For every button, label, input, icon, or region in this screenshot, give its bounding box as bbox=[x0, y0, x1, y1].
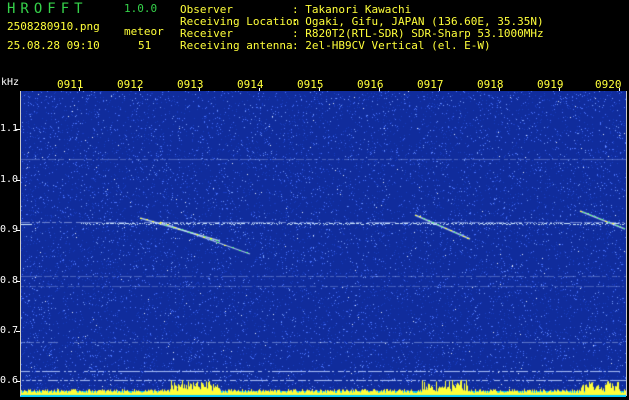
timestamp: 25.08.28 09:10 bbox=[7, 39, 100, 52]
app-title: HROFFT bbox=[7, 1, 88, 17]
app-version: 1.0.0 bbox=[124, 2, 158, 15]
meteor-count: 51 bbox=[138, 39, 152, 52]
spectrogram-frame bbox=[20, 91, 627, 396]
file-name: 2508280910.png bbox=[7, 20, 100, 33]
x-tick-label: 0920 bbox=[595, 78, 622, 91]
antenna-label: Receiving antenna bbox=[180, 39, 293, 52]
meteor-label: meteor bbox=[124, 25, 164, 38]
header-panel: HROFFT 1.0.0 2508280910.png 25.08.28 09:… bbox=[0, 0, 629, 76]
y-unit-label: kHz bbox=[1, 77, 20, 88]
antenna-value: : 2el-HB9CV Vertical (el. E-W) bbox=[292, 39, 491, 52]
